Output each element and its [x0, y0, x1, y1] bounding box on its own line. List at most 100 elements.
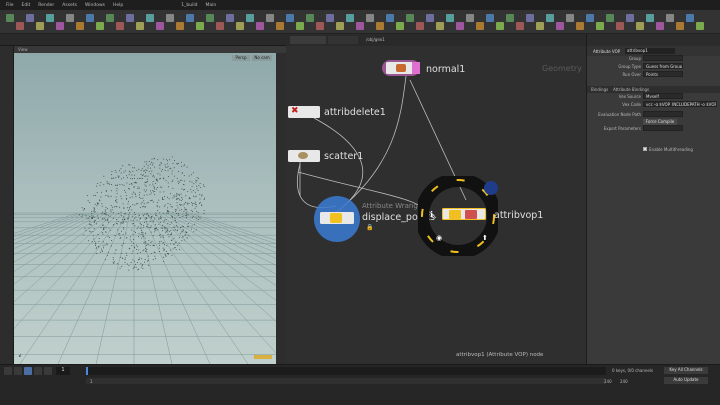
force-compile-button[interactable]: Force Compile: [643, 119, 677, 125]
tab-tree[interactable]: [328, 36, 358, 44]
menu-render[interactable]: Render: [38, 3, 54, 8]
menu-windows[interactable]: Windows: [85, 3, 105, 8]
shelf-tool-icon[interactable]: [326, 14, 334, 22]
shelf-tool-icon[interactable]: [556, 22, 564, 30]
range-slider[interactable]: [86, 378, 606, 384]
shelf-tool-icon[interactable]: [646, 14, 654, 22]
shelf-tool-icon[interactable]: [166, 14, 174, 22]
attribdelete1-node[interactable]: ✖: [288, 106, 320, 118]
timeline-slider[interactable]: [86, 367, 606, 375]
param-field[interactable]: vcc -q $VOP_INCLUDEPATH -o $VOP: [643, 101, 717, 107]
shelf-tool-icon[interactable]: [266, 14, 274, 22]
network-path[interactable]: /obj/geo1: [366, 37, 385, 42]
shelf-tool-icon[interactable]: [526, 14, 534, 22]
shelf-tool-icon[interactable]: [426, 14, 434, 22]
shelf-tool-icon[interactable]: [626, 14, 634, 22]
shelf-tool-icon[interactable]: [606, 14, 614, 22]
shelf-tool-icon[interactable]: [356, 22, 364, 30]
shelf-tool-icon[interactable]: [156, 22, 164, 30]
shelf-tool-icon[interactable]: [586, 14, 594, 22]
attribvop1-node[interactable]: [442, 208, 486, 220]
display-flag-icon[interactable]: [412, 62, 420, 74]
play-button[interactable]: [24, 367, 32, 375]
camera-menu[interactable]: No cam: [252, 55, 272, 61]
shelf-tool-icon[interactable]: [6, 14, 14, 22]
scatter1-node[interactable]: [288, 150, 320, 162]
shelf-tool-icon[interactable]: [436, 22, 444, 30]
shelf-tool-icon[interactable]: [456, 22, 464, 30]
shelf-tool-icon[interactable]: [146, 14, 154, 22]
shelf-tool-icon[interactable]: [196, 22, 204, 30]
auto-update-menu[interactable]: Auto Update: [664, 377, 708, 384]
jump-end-button[interactable]: [44, 367, 52, 375]
param-field[interactable]: Guess from Group: [643, 63, 683, 69]
shelf-tool-icon[interactable]: [96, 22, 104, 30]
shelf-tool-icon[interactable]: [336, 22, 344, 30]
step-back-button[interactable]: [14, 367, 22, 375]
shelf-tool-icon[interactable]: [496, 22, 504, 30]
param-field[interactable]: Points: [643, 71, 683, 77]
multithread-checkbox[interactable]: [643, 147, 647, 151]
main-selector[interactable]: Main: [205, 3, 216, 8]
param-field[interactable]: Myself: [643, 93, 683, 99]
shelf-tool-icon[interactable]: [406, 14, 414, 22]
shelf-tool-icon[interactable]: [476, 22, 484, 30]
shelf-tool-icon[interactable]: [666, 14, 674, 22]
shelf-tool-icon[interactable]: [536, 22, 544, 30]
network-editor[interactable]: Geometry normal1 ✖ attribdelete1 scatter…: [286, 46, 586, 364]
shelf-tool-icon[interactable]: [296, 22, 304, 30]
shelf-tool-icon[interactable]: [346, 14, 354, 22]
shelf-tool-icon[interactable]: [306, 14, 314, 22]
shelf-tool-icon[interactable]: [206, 14, 214, 22]
shelf-tool-icon[interactable]: [286, 14, 294, 22]
shelf-tool-icon[interactable]: [246, 14, 254, 22]
node-name-field[interactable]: attribvop1: [625, 48, 675, 54]
shelf-tool-icon[interactable]: [86, 14, 94, 22]
shelf-tool-icon[interactable]: [106, 14, 114, 22]
menu-help[interactable]: Help: [113, 3, 123, 8]
shelf-tool-icon[interactable]: [466, 14, 474, 22]
shelf-tool-icon[interactable]: [516, 22, 524, 30]
shelf-tool-icon[interactable]: [176, 22, 184, 30]
shelf-tool-icon[interactable]: [186, 14, 194, 22]
tab-network[interactable]: [290, 36, 326, 44]
normal1-node[interactable]: [386, 62, 420, 74]
shelf-tool-icon[interactable]: [636, 22, 644, 30]
shelf-tool-icon[interactable]: [676, 22, 684, 30]
frame-field[interactable]: 1: [56, 367, 70, 375]
shelf-tool-icon[interactable]: [376, 22, 384, 30]
info-icon[interactable]: ℹ: [430, 210, 433, 219]
param-field[interactable]: [643, 125, 683, 131]
jump-start-button[interactable]: [4, 367, 12, 375]
shelf-tool-icon[interactable]: [116, 22, 124, 30]
desktop-selector[interactable]: 1_build: [181, 3, 197, 8]
param-field[interactable]: [643, 55, 683, 61]
shelf-tool-icon[interactable]: [686, 14, 694, 22]
tab-attribute-bindings[interactable]: Attribute Bindings: [613, 87, 649, 92]
persp-menu[interactable]: Persp: [232, 55, 250, 61]
shelf-tool-icon[interactable]: [226, 14, 234, 22]
menu-file[interactable]: File: [6, 3, 14, 8]
step-forward-button[interactable]: [34, 367, 42, 375]
shelf-tool-icon[interactable]: [416, 22, 424, 30]
shelf-tool-icon[interactable]: [256, 22, 264, 30]
shelf-tool-icon[interactable]: [616, 22, 624, 30]
shelf-tool-icon[interactable]: [366, 14, 374, 22]
template-icon[interactable]: ⬆: [482, 234, 488, 242]
shelf-tool-icon[interactable]: [566, 14, 574, 22]
param-field[interactable]: [643, 111, 683, 117]
blue-flag-icon[interactable]: [484, 181, 498, 195]
shelf-tool-icon[interactable]: [446, 14, 454, 22]
shelf-tool-icon[interactable]: [136, 22, 144, 30]
tab-bindings[interactable]: Bindings: [591, 87, 608, 92]
shelf-tool-icon[interactable]: [396, 22, 404, 30]
timeline-cursor[interactable]: [86, 367, 88, 375]
shelf-tool-icon[interactable]: [576, 22, 584, 30]
shelf-tool-icon[interactable]: [36, 22, 44, 30]
bypass-icon[interactable]: ◉: [436, 234, 442, 242]
shelf-tool-icon[interactable]: [26, 14, 34, 22]
menu-edit[interactable]: Edit: [22, 3, 31, 8]
shelf-tool-icon[interactable]: [596, 22, 604, 30]
shelf-tool-icon[interactable]: [386, 14, 394, 22]
shelf-tool-icon[interactable]: [656, 22, 664, 30]
